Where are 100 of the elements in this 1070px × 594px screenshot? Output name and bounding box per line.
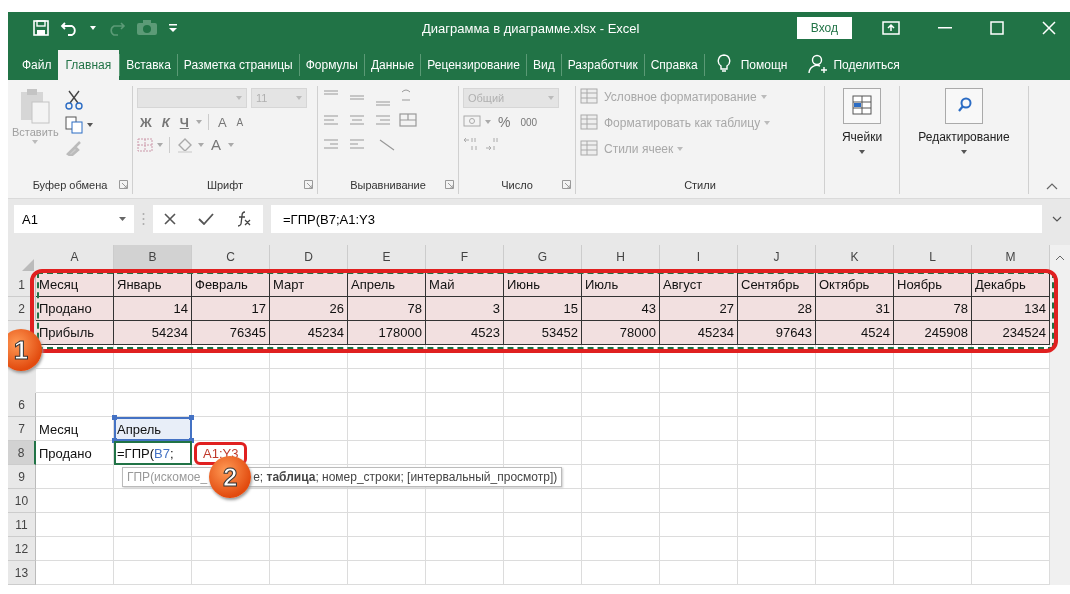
expand-icon[interactable] <box>1052 216 1062 222</box>
ribbon-tab[interactable]: Формулы <box>299 50 364 80</box>
table-cell: 134 <box>972 297 1050 321</box>
font-name-field[interactable] <box>137 88 247 108</box>
ribbon-tab[interactable]: Разработчик <box>561 50 644 80</box>
row-header[interactable]: 8 <box>8 441 36 465</box>
person-icon[interactable] <box>807 54 828 74</box>
tell-me-button[interactable]: Помощн <box>734 50 794 80</box>
selected-cell[interactable]: Апрель <box>114 417 192 441</box>
font-style-button[interactable]: Ч <box>176 114 192 130</box>
table-cell: 76345 <box>192 321 270 345</box>
camera-icon[interactable] <box>136 20 158 36</box>
row-header[interactable]: 7 <box>8 417 36 441</box>
table-cell: Декабрь <box>972 273 1050 297</box>
table-cell: Сентябрь <box>738 273 816 297</box>
scroll-up-icon[interactable] <box>1055 255 1065 261</box>
formula-field[interactable]: =ГПР(B7;A1:Y3 <box>271 205 1042 233</box>
selection-handle[interactable] <box>189 438 194 443</box>
caret-icon[interactable] <box>119 217 126 221</box>
checkmark-icon[interactable] <box>198 213 214 225</box>
table-cell: 78000 <box>582 321 660 345</box>
scissors-icon[interactable] <box>64 90 83 110</box>
currency-icon[interactable] <box>463 115 481 129</box>
cells-button[interactable]: Ячейки <box>841 130 883 144</box>
ribbon-tab[interactable]: Справка <box>644 50 704 80</box>
function-icon[interactable] <box>236 211 252 227</box>
selection-handle[interactable] <box>112 438 117 443</box>
table-cell: 97643 <box>738 321 816 345</box>
row-header[interactable]: 6 <box>8 393 36 417</box>
table-cell: Апрель <box>348 273 426 297</box>
table-cell: 3 <box>426 297 504 321</box>
font-color-button[interactable]: A <box>208 136 224 153</box>
share-button[interactable]: Поделиться <box>827 50 906 80</box>
percent-button[interactable]: % <box>495 114 514 130</box>
group-label: Стили <box>684 179 716 191</box>
table-style-icon[interactable] <box>580 140 600 158</box>
row-header[interactable]: 11 <box>8 513 36 537</box>
row-header[interactable]: 9 <box>8 465 36 489</box>
table-cell: 15 <box>504 297 582 321</box>
table-cell: Ноябрь <box>894 273 972 297</box>
lightbulb-icon[interactable] <box>716 54 731 74</box>
minimize-icon[interactable] <box>938 27 952 29</box>
close-icon[interactable] <box>1042 21 1056 35</box>
save-icon[interactable] <box>32 19 50 37</box>
dialog-launcher-icon[interactable] <box>119 180 128 189</box>
copy-icon[interactable] <box>64 116 83 134</box>
dialog-launcher-icon[interactable] <box>562 180 571 189</box>
table-style-icon[interactable] <box>580 88 600 106</box>
ribbon-tab[interactable]: Главная <box>57 50 120 80</box>
caret-icon[interactable] <box>961 150 967 154</box>
table-cell: 45234 <box>660 321 738 345</box>
select-all-icon[interactable] <box>22 259 34 271</box>
shrink-font-button[interactable]: A <box>233 116 247 128</box>
maximize-icon[interactable] <box>990 21 1004 35</box>
caret-icon[interactable] <box>86 123 93 127</box>
fill-bucket-icon[interactable] <box>176 136 194 153</box>
selection-handle[interactable] <box>189 415 194 420</box>
borders-icon[interactable] <box>137 137 153 152</box>
editing-button[interactable]: Редактирование <box>918 130 1010 144</box>
thousands-button[interactable]: 000 <box>517 116 541 128</box>
ribbon-tab[interactable]: Данные <box>364 50 421 80</box>
ribbon-tab[interactable]: Разметка страницы <box>177 50 299 80</box>
clipboard-icon[interactable] <box>19 88 52 124</box>
table-cell: 27 <box>660 297 738 321</box>
table-cell: 31 <box>816 297 894 321</box>
table-cell: Январь <box>114 273 192 297</box>
row-header[interactable]: 13 <box>8 561 36 585</box>
font-style-button[interactable]: Ж <box>137 114 155 130</box>
grow-font-button[interactable]: A <box>214 114 230 130</box>
vertical-scrollbar[interactable] <box>1050 245 1070 585</box>
formula-text: ; <box>169 445 174 461</box>
table-cell: Июнь <box>504 273 582 297</box>
caret-icon[interactable] <box>859 150 865 154</box>
cells-icon[interactable] <box>843 88 881 124</box>
selection-handle[interactable] <box>112 415 117 420</box>
row-header[interactable]: 10 <box>8 489 36 513</box>
active-cell[interactable] <box>114 441 192 465</box>
name-box[interactable]: A1 <box>14 205 134 233</box>
dialog-launcher-icon[interactable] <box>304 180 313 189</box>
font-style-button[interactable]: К <box>158 114 173 130</box>
ribbon-display-icon[interactable] <box>882 21 900 35</box>
ribbon-tab[interactable]: Рецензирование <box>421 50 526 80</box>
table-cell: 28 <box>738 297 816 321</box>
row-header[interactable]: 12 <box>8 537 36 561</box>
collapse-ribbon-icon[interactable] <box>1046 183 1058 190</box>
cancel-icon[interactable] <box>164 213 176 225</box>
group-label: Число <box>501 179 533 191</box>
table-style-icon[interactable] <box>580 114 600 132</box>
sign-in-button[interactable]: Вход <box>796 17 852 39</box>
dialog-launcher-icon[interactable] <box>445 180 454 189</box>
ribbon-tab[interactable]: Файл <box>16 50 58 80</box>
caret-icon[interactable] <box>90 26 96 30</box>
table-cell: Май <box>426 273 504 297</box>
search-icon[interactable] <box>945 88 983 124</box>
ribbon-tab[interactable]: Вставка <box>120 50 177 80</box>
format-painter-icon[interactable] <box>64 140 83 156</box>
table-cell: Продано <box>36 297 114 321</box>
customize-icon[interactable] <box>168 23 178 33</box>
grip-icon[interactable] <box>142 212 145 226</box>
ribbon-tab[interactable]: Вид <box>526 50 561 80</box>
